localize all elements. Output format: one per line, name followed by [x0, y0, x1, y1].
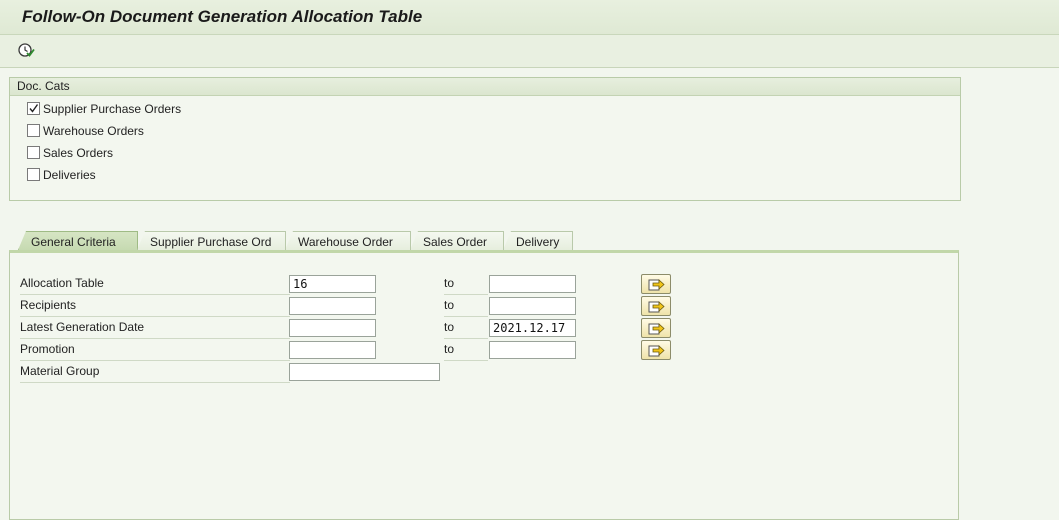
- promotion-multiple-selection-button[interactable]: [641, 340, 671, 360]
- multiple-selection-arrow-icon: [648, 323, 665, 335]
- material-group-label: Material Group: [20, 361, 290, 383]
- execute-clock-icon: [18, 43, 35, 57]
- allocation-table-to-input[interactable]: [489, 275, 576, 293]
- title-bar: Follow-On Document Generation Allocation…: [0, 0, 1059, 35]
- to-label: to: [444, 317, 488, 339]
- doc-cats-title: Doc. Cats: [10, 78, 960, 96]
- latest-generation-date-label: Latest Generation Date: [20, 317, 290, 339]
- tab-general-criteria[interactable]: General Criteria: [18, 231, 138, 250]
- tab-sales-order[interactable]: Sales Order: [410, 231, 504, 250]
- tab-warehouse-order[interactable]: Warehouse Order: [285, 231, 411, 250]
- tab-delivery[interactable]: Delivery: [503, 231, 573, 250]
- checkbox-sales-orders[interactable]: Sales Orders: [27, 144, 113, 162]
- recipients-label: Recipients: [20, 295, 290, 317]
- recipients-multiple-selection-button[interactable]: [641, 296, 671, 316]
- tab-supplier-purchase-ord[interactable]: Supplier Purchase Ord: [137, 231, 286, 250]
- recipients-to-input[interactable]: [489, 297, 576, 315]
- checkbox-label: Deliveries: [43, 168, 96, 182]
- allocation-table-label: Allocation Table: [20, 273, 290, 295]
- checkbox-deliveries[interactable]: Deliveries: [27, 166, 96, 184]
- doc-cats-group: Doc. Cats Supplier Purchase Orders Wareh…: [9, 77, 961, 201]
- material-group-input[interactable]: [289, 363, 440, 381]
- checkbox[interactable]: [27, 124, 40, 137]
- checkbox[interactable]: [27, 146, 40, 159]
- checkmark-icon: [29, 104, 39, 113]
- multiple-selection-arrow-icon: [648, 345, 665, 357]
- multiple-selection-arrow-icon: [648, 279, 665, 291]
- checkbox-label: Supplier Purchase Orders: [43, 102, 182, 116]
- allocation-table-multiple-selection-button[interactable]: [641, 274, 671, 294]
- promotion-from-input[interactable]: [289, 341, 376, 359]
- application-toolbar: [0, 35, 1059, 68]
- checkbox-label: Warehouse Orders: [43, 124, 144, 138]
- multiple-selection-arrow-icon: [648, 301, 665, 313]
- latest-generation-date-to-input[interactable]: 2021.12.17: [489, 319, 576, 337]
- promotion-label: Promotion: [20, 339, 290, 361]
- allocation-table-from-input[interactable]: 16: [289, 275, 376, 293]
- to-label: to: [444, 295, 488, 317]
- recipients-from-input[interactable]: [289, 297, 376, 315]
- checkbox[interactable]: [27, 168, 40, 181]
- to-label: to: [444, 339, 488, 361]
- latest-generation-date-from-input[interactable]: [289, 319, 376, 337]
- checkbox-warehouse-orders[interactable]: Warehouse Orders: [27, 122, 144, 140]
- latest-generation-date-multiple-selection-button[interactable]: [641, 318, 671, 338]
- promotion-to-input[interactable]: [489, 341, 576, 359]
- checkbox-supplier-purchase-orders[interactable]: Supplier Purchase Orders: [27, 100, 181, 118]
- checkbox[interactable]: [27, 102, 40, 115]
- checkbox-label: Sales Orders: [43, 146, 114, 160]
- to-label: to: [444, 273, 488, 295]
- page-title: Follow-On Document Generation Allocation…: [22, 7, 423, 26]
- execute-button[interactable]: [16, 40, 36, 60]
